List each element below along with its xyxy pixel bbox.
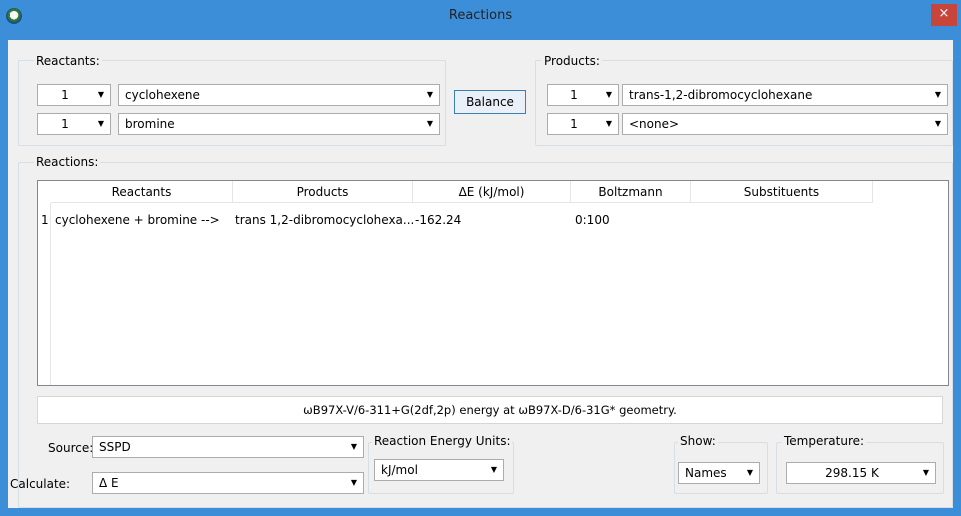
reactions-label: Reactions:: [34, 155, 101, 169]
product-2-count-select[interactable]: 1 ▼: [547, 113, 619, 135]
chevron-down-icon: ▼: [922, 468, 929, 477]
reactant-1-species-select[interactable]: cyclohexene ▼: [118, 84, 440, 106]
method-note: ωB97X-V/6-311+G(2df,2p) energy at ωB97X-…: [37, 396, 943, 424]
chevron-down-icon: ▼: [605, 119, 612, 128]
show-label: Show:: [678, 434, 718, 448]
product-1-count-select[interactable]: 1 ▼: [547, 84, 619, 106]
chevron-down-icon: ▼: [350, 478, 357, 487]
column-header-reactants[interactable]: Reactants: [51, 181, 233, 203]
calculate-select[interactable]: Δ E ▼: [92, 472, 364, 494]
chevron-down-icon: ▼: [350, 442, 357, 451]
chevron-down-icon: ▼: [490, 465, 497, 474]
source-select[interactable]: SSPD ▼: [92, 436, 364, 458]
row-boltzmann: 0:100: [575, 213, 610, 227]
source-label: Source:: [48, 441, 94, 455]
chevron-down-icon: ▼: [426, 119, 433, 128]
product-2-species-value: <none>: [629, 117, 680, 131]
show-value: Names: [685, 466, 727, 480]
window-title: Reactions: [448, 8, 513, 23]
reactant-2-species-value: bromine: [125, 117, 175, 131]
column-header-boltzmann[interactable]: Boltzmann: [571, 181, 691, 203]
chevron-down-icon: ▼: [97, 119, 104, 128]
reactants-label: Reactants:: [34, 54, 102, 68]
chevron-down-icon: ▼: [605, 90, 612, 99]
column-header-substituents[interactable]: Substituents: [691, 181, 873, 203]
title-bar[interactable]: 2D Reactions ×: [0, 0, 961, 34]
row-products: trans 1,2-dibromocyclohexa...: [235, 213, 415, 227]
dialog-body: Reactants: 1 ▼ cyclohexene ▼ 1 ▼ bromine…: [8, 40, 953, 508]
chevron-down-icon: ▼: [426, 90, 433, 99]
column-header-products[interactable]: Products: [233, 181, 413, 203]
energy-units-select[interactable]: kJ/mol ▼: [374, 459, 504, 481]
row-reactants: cyclohexene + bromine -->: [55, 213, 220, 227]
close-button[interactable]: ×: [931, 4, 957, 26]
reactant-2-count-select[interactable]: 1 ▼: [37, 113, 111, 135]
table-header: Reactants Products ΔE (kJ/mol) Boltzmann…: [38, 181, 948, 203]
reactant-1-count-value: 1: [61, 88, 69, 102]
show-select[interactable]: Names ▼: [678, 462, 760, 484]
temperature-select[interactable]: 298.15 K ▼: [786, 462, 936, 484]
chevron-down-icon: ▼: [746, 468, 753, 477]
energy-units-label: Reaction Energy Units:: [372, 434, 513, 448]
product-1-count-value: 1: [570, 88, 578, 102]
product-2-species-select[interactable]: <none> ▼: [622, 113, 948, 135]
reactions-window: 2D Reactions × Reactants: 1 ▼ cyclohexen…: [0, 0, 961, 516]
energy-units-value: kJ/mol: [381, 463, 418, 477]
calculate-value: Δ E: [99, 476, 119, 490]
row-index: 1: [41, 213, 49, 227]
reactant-2-count-value: 1: [61, 117, 69, 131]
temperature-label: Temperature:: [782, 434, 867, 448]
reactions-table[interactable]: Reactants Products ΔE (kJ/mol) Boltzmann…: [37, 180, 949, 386]
column-header-delta-e[interactable]: ΔE (kJ/mol): [413, 181, 571, 203]
balance-button[interactable]: Balance: [454, 90, 526, 114]
product-1-species-select[interactable]: trans-1,2-dibromocyclohexane ▼: [622, 84, 948, 106]
product-1-species-value: trans-1,2-dibromocyclohexane: [629, 88, 813, 102]
chevron-down-icon: ▼: [934, 119, 941, 128]
reactant-1-species-value: cyclohexene: [125, 88, 200, 102]
row-delta-e: -162.24: [415, 213, 462, 227]
temperature-value: 298.15 K: [825, 466, 879, 480]
reactant-2-species-select[interactable]: bromine ▼: [118, 113, 440, 135]
products-label: Products:: [542, 54, 602, 68]
calculate-label: Calculate:: [10, 477, 71, 491]
reactant-1-count-select[interactable]: 1 ▼: [37, 84, 111, 106]
source-value: SSPD: [99, 440, 131, 454]
chevron-down-icon: ▼: [934, 90, 941, 99]
product-2-count-value: 1: [570, 117, 578, 131]
chevron-down-icon: ▼: [97, 90, 104, 99]
